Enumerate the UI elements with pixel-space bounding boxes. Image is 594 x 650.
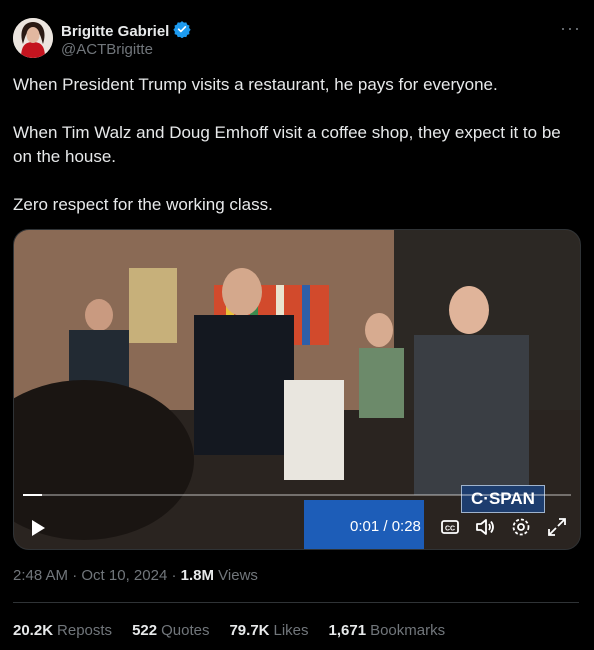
- meta-separator: ·: [171, 567, 181, 584]
- stat-bookmarks[interactable]: 1,671 Bookmarks: [329, 622, 446, 639]
- video-progress-fill: [23, 494, 43, 496]
- stat-count: 79.7K: [229, 622, 270, 639]
- cspan-watermark: C·SPAN: [461, 485, 545, 513]
- video-time: 0:01 / 0:28: [350, 518, 421, 535]
- tweet-paragraph: Zero respect for the working class.: [13, 195, 273, 214]
- tweet-paragraph: When Tim Walz and Doug Emhoff visit a co…: [13, 123, 561, 166]
- tweet-meta: 2:48 AM · Oct 10, 2024 · 1.8M Views: [13, 567, 258, 584]
- stat-count: 20.2K: [13, 622, 54, 639]
- settings-gear-icon[interactable]: [510, 516, 532, 538]
- engagement-stats: 20.2K Reposts 522 Quotes 79.7K Likes 1,671 B…: [13, 622, 465, 639]
- svg-text:CC: CC: [445, 526, 455, 533]
- captions-icon[interactable]: CC: [439, 516, 461, 538]
- tweet-paragraph: When President Trump visits a restaurant…: [13, 75, 498, 94]
- fullscreen-icon[interactable]: [546, 516, 568, 538]
- verified-badge-icon: [173, 20, 191, 42]
- stat-count: 1,671: [328, 622, 367, 639]
- views-label: Views: [218, 567, 258, 584]
- author-avatar[interactable]: [13, 18, 53, 58]
- video-progress-bar[interactable]: [23, 494, 571, 496]
- tweet-time[interactable]: 2:48 AM: [13, 567, 68, 584]
- stat-count: 522: [132, 622, 158, 639]
- tweet-text: When President Trump visits a restaurant…: [13, 73, 583, 241]
- views-count: 1.8M: [180, 567, 214, 584]
- video-player[interactable]: C·SPAN 0:01 / 0:28 CC: [13, 229, 581, 550]
- tweet-date[interactable]: Oct 10, 2024: [81, 567, 167, 584]
- divider: [13, 602, 579, 603]
- stat-reposts[interactable]: 20.2K Reposts: [13, 622, 112, 639]
- author-name-text[interactable]: Brigitte Gabriel: [61, 23, 169, 40]
- stat-label: Reposts: [57, 622, 113, 639]
- video-controls: 0:01 / 0:28 CC: [14, 510, 580, 542]
- volume-icon[interactable]: [474, 516, 496, 538]
- author-handle[interactable]: @ACTBrigitte: [61, 41, 153, 58]
- stat-label: Quotes: [161, 622, 210, 639]
- stat-likes[interactable]: 79.7K Likes: [229, 622, 308, 639]
- stat-quotes[interactable]: 522 Quotes: [132, 622, 209, 639]
- stat-label: Likes: [273, 622, 309, 639]
- author-name[interactable]: Brigitte Gabriel: [61, 20, 191, 42]
- more-options-icon[interactable]: ···: [560, 18, 581, 39]
- stat-label: Bookmarks: [370, 622, 446, 639]
- meta-separator: ·: [72, 567, 82, 584]
- play-icon[interactable]: [28, 518, 48, 538]
